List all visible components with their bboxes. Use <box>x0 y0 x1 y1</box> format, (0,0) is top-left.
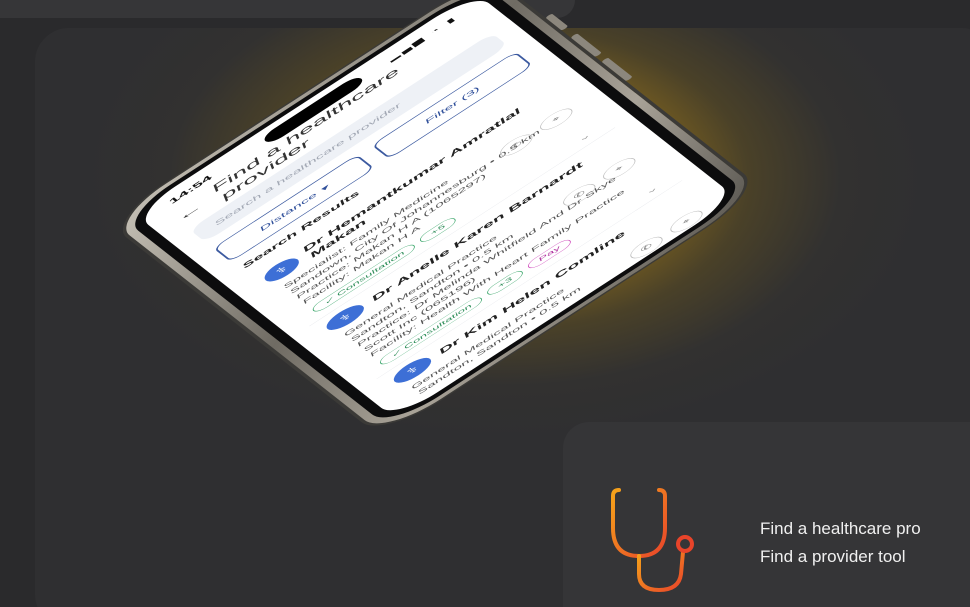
hero-stage: 14:54 ▂▄▆ ◔ ▮ ← Find a healthcare provid… <box>0 0 970 607</box>
info-title: Find a healthcare pro <box>760 519 921 538</box>
info-text: Find a healthcare pro Find a provider to… <box>760 515 921 571</box>
stethoscope-icon <box>611 488 694 593</box>
info-subtitle: Find a provider tool <box>760 547 906 566</box>
info-card: Find a healthcare pro Find a provider to… <box>563 422 970 607</box>
